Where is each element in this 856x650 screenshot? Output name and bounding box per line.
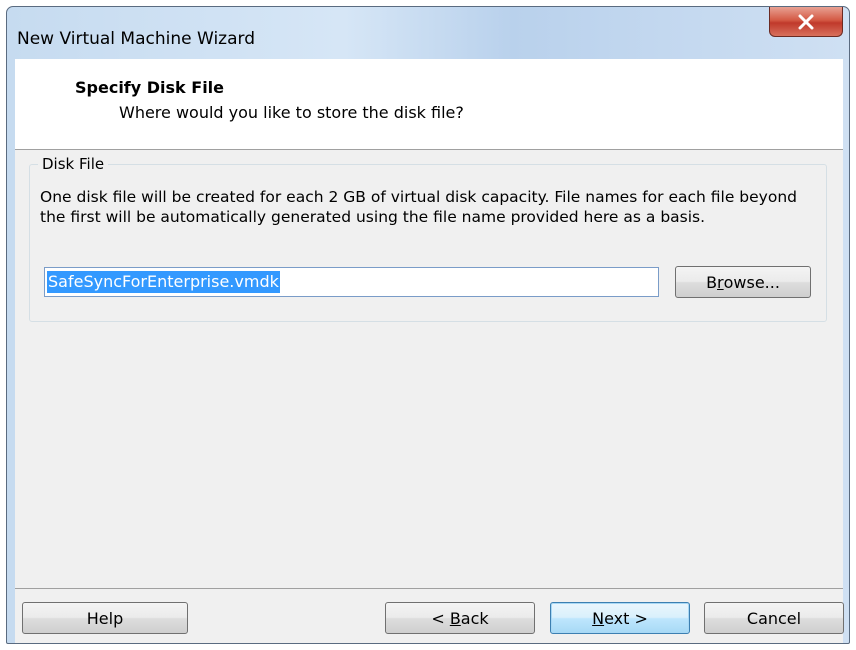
next-label-mnemonic: N bbox=[592, 608, 605, 628]
wizard-header: Specify Disk File Where would you like t… bbox=[15, 59, 843, 150]
help-button[interactable]: Help bbox=[22, 602, 188, 634]
disk-file-description: One disk file will be created for each 2… bbox=[40, 188, 797, 226]
next-button[interactable]: Next > bbox=[550, 602, 690, 634]
wizard-window: New Virtual Machine Wizard Specify Disk … bbox=[6, 6, 850, 644]
help-label: Help bbox=[86, 608, 124, 628]
disk-file-groupbox: Disk File One disk file will be created … bbox=[29, 155, 827, 322]
browse-button[interactable]: Br owse... bbox=[675, 266, 811, 298]
page-subtitle: Where would you like to store the disk f… bbox=[119, 103, 464, 122]
cancel-label: Cancel bbox=[746, 608, 802, 628]
cancel-button[interactable]: Cancel bbox=[704, 602, 844, 634]
next-label-suffix: ext > bbox=[604, 608, 648, 628]
wizard-body: Disk File One disk file will be created … bbox=[15, 150, 843, 588]
back-label-prefix: < bbox=[431, 608, 450, 628]
close-icon bbox=[797, 14, 815, 30]
window-title: New Virtual Machine Wizard bbox=[17, 29, 255, 49]
back-label-suffix: ack bbox=[460, 608, 489, 628]
page-title: Specify Disk File bbox=[75, 78, 225, 97]
back-label-mnemonic: B bbox=[449, 608, 461, 628]
disk-file-name-selected-text: SafeSyncForEnterprise.vmdk bbox=[47, 271, 280, 293]
browse-label-suffix: owse... bbox=[723, 272, 780, 292]
browse-label-mnemonic: r bbox=[717, 272, 724, 292]
title-bar[interactable]: New Virtual Machine Wizard bbox=[7, 7, 849, 59]
disk-file-legend: Disk File bbox=[38, 155, 109, 173]
back-button[interactable]: < Back bbox=[385, 602, 535, 634]
close-button[interactable] bbox=[769, 7, 843, 37]
disk-file-name-input[interactable]: SafeSyncForEnterprise.vmdk bbox=[44, 267, 659, 297]
wizard-footer: Help < Back Next > Cancel bbox=[15, 588, 844, 643]
browse-label-prefix: B bbox=[706, 272, 718, 292]
